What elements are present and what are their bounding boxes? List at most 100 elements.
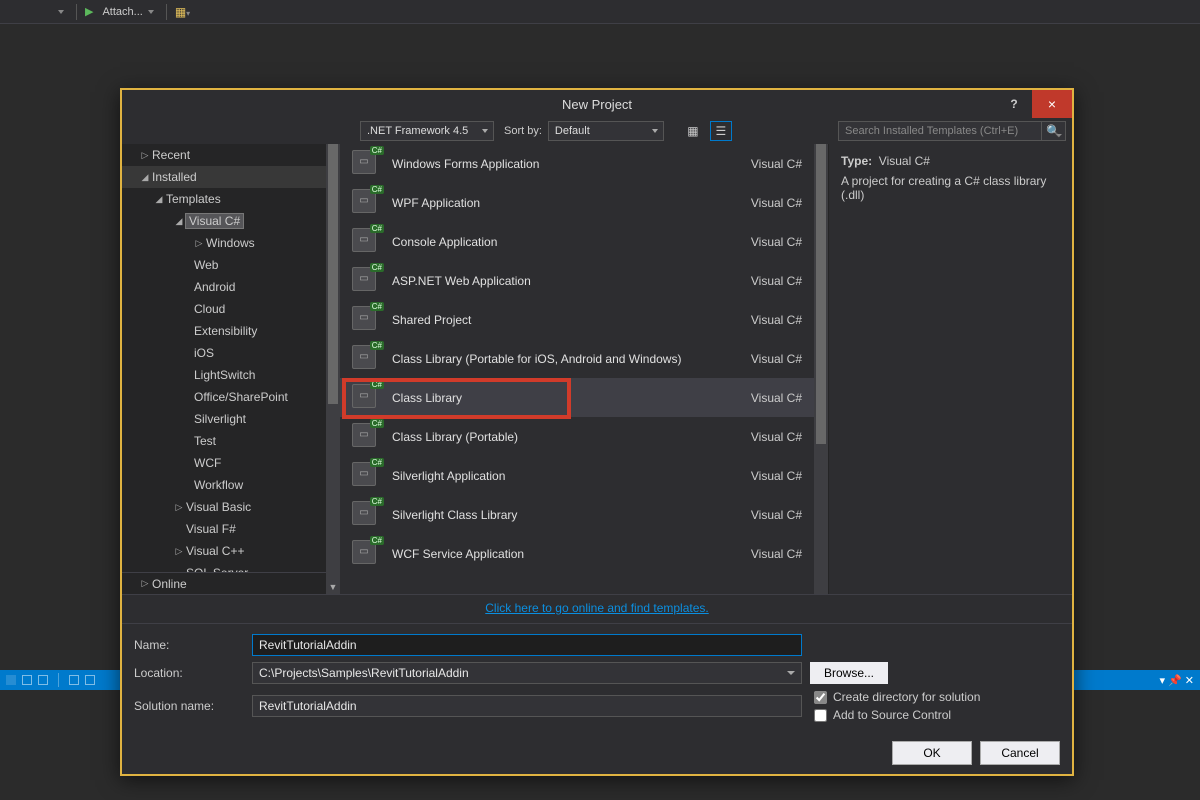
add-source-control-checkbox[interactable]: Add to Source Control [814,708,1060,722]
tree-item[interactable]: Extensibility [126,320,340,342]
template-name: Class Library [392,391,718,405]
dialog-titlebar[interactable]: New Project ? × [122,90,1072,118]
tree-templates[interactable]: ◢Templates [122,188,340,210]
tree-item[interactable]: Cloud [126,298,340,320]
template-row[interactable]: ▭C#ASP.NET Web ApplicationVisual C# [340,261,814,300]
tool-icon[interactable]: ▦▾ [175,5,190,19]
tree-item[interactable]: Office/SharePoint [126,386,340,408]
tree-installed[interactable]: ◢Installed [122,166,340,188]
view-large-icon[interactable]: ▦ [682,121,704,141]
tree-item[interactable]: Web [126,254,340,276]
template-lang: Visual C# [730,391,802,405]
tree-visual-cs[interactable]: ◢Visual C# [122,210,340,232]
categories-tree: ▷Recent ◢Installed ◢Templates ◢Visual C#… [122,144,340,594]
location-input[interactable]: C:\Projects\Samples\RevitTutorialAddin [252,662,802,684]
tree-online[interactable]: ▷Online [122,572,340,594]
tree-item[interactable]: Workflow [126,474,340,496]
template-lang: Visual C# [730,157,802,171]
template-lang: Visual C# [730,196,802,210]
tree-item[interactable]: LightSwitch [126,364,340,386]
template-lang: Visual C# [730,352,802,366]
template-name: Class Library (Portable) [392,430,718,444]
cs-badge-icon: C# [370,263,384,272]
tree-item[interactable]: Test [126,430,340,452]
template-name: Console Application [392,235,718,249]
detail-type-value: Visual C# [879,154,930,168]
config-dropdown[interactable] [4,9,68,15]
close-button[interactable]: × [1032,90,1072,118]
tree-visual-cpp[interactable]: ▷Visual C++ [122,540,340,562]
divider [76,4,77,20]
tree-item[interactable]: ▷Windows [126,232,340,254]
search-button[interactable]: 🔍 [1042,121,1066,141]
tree-visual-basic[interactable]: ▷Visual Basic [122,496,340,518]
sort-select[interactable]: Default [548,121,664,141]
template-lang: Visual C# [730,469,802,483]
location-label: Location: [134,666,244,680]
template-row[interactable]: ▭C#Class Library (Portable)Visual C# [340,417,814,456]
template-row[interactable]: ▭C#Class Library (Portable for iOS, Andr… [340,339,814,378]
tree-scrollbar[interactable]: ▲▼ [326,144,340,594]
attach-dropdown[interactable]: Attach... [97,3,157,21]
help-button[interactable]: ? [1000,90,1028,118]
browse-button[interactable]: Browse... [810,662,888,684]
detail-description: A project for creating a C# class librar… [841,174,1060,202]
solution-name-input[interactable]: RevitTutorialAddin [252,695,802,717]
template-row[interactable]: ▭C#Silverlight ApplicationVisual C# [340,456,814,495]
template-details: Type: Visual C# A project for creating a… [828,144,1072,594]
tree-sql-server[interactable]: SQL Server [122,562,340,572]
template-name: WPF Application [392,196,718,210]
cs-badge-icon: C# [370,458,384,467]
template-row[interactable]: ▭C#Class LibraryVisual C# [340,378,814,417]
online-templates-link[interactable]: Click here to go online and find templat… [485,601,708,615]
cs-badge-icon: C# [370,185,384,194]
template-name: WCF Service Application [392,547,718,561]
create-directory-checkbox[interactable]: Create directory for solution [814,690,1060,704]
template-lang: Visual C# [730,430,802,444]
play-icon[interactable]: ▶ [85,5,93,18]
template-name: Class Library (Portable for iOS, Android… [392,352,718,366]
cs-badge-icon: C# [370,302,384,311]
sort-label: Sort by: [504,125,542,137]
tree-item[interactable]: Android [126,276,340,298]
dialog-toolbar: .NET Framework 4.5 Sort by: Default ▦ ☰ … [122,118,1072,144]
template-lang: Visual C# [730,235,802,249]
pin-icon[interactable]: ▾ 📌 ✕ [1159,674,1194,687]
tree-recent[interactable]: ▷Recent [122,144,340,166]
search-input[interactable]: Search Installed Templates (Ctrl+E) [838,121,1042,141]
name-input[interactable]: RevitTutorialAddin [252,634,802,656]
ok-button[interactable]: OK [892,741,972,765]
framework-select[interactable]: .NET Framework 4.5 [360,121,494,141]
template-row[interactable]: ▭C#Console ApplicationVisual C# [340,222,814,261]
template-name: Shared Project [392,313,718,327]
template-lang: Visual C# [730,547,802,561]
cs-badge-icon: C# [370,380,384,389]
tree-visual-fs[interactable]: Visual F# [122,518,340,540]
template-row[interactable]: ▭C#WPF ApplicationVisual C# [340,183,814,222]
cs-badge-icon: C# [370,419,384,428]
divider [166,4,167,20]
template-row[interactable]: ▭C#WCF Service ApplicationVisual C# [340,534,814,573]
new-project-dialog: New Project ? × .NET Framework 4.5 Sort … [120,88,1074,776]
tree-item[interactable]: WCF [126,452,340,474]
outer-toolbar: ▶ Attach... ▦▾ [0,0,1200,24]
cancel-button[interactable]: Cancel [980,741,1060,765]
template-row[interactable]: ▭C#Windows Forms ApplicationVisual C# [340,144,814,183]
list-scrollbar[interactable] [814,144,828,594]
dialog-title: New Project [562,97,632,112]
solution-name-label: Solution name: [134,699,244,713]
template-lang: Visual C# [730,274,802,288]
template-name: Silverlight Class Library [392,508,718,522]
tree-item[interactable]: Silverlight [126,408,340,430]
view-list-icon[interactable]: ☰ [710,121,732,141]
template-lang: Visual C# [730,313,802,327]
template-row[interactable]: ▭C#Shared ProjectVisual C# [340,300,814,339]
tree-item[interactable]: iOS [126,342,340,364]
template-row[interactable]: ▭C#Silverlight Class LibraryVisual C# [340,495,814,534]
cs-badge-icon: C# [370,341,384,350]
template-name: ASP.NET Web Application [392,274,718,288]
detail-type-label: Type: [841,154,872,168]
cs-badge-icon: C# [370,146,384,155]
cs-badge-icon: C# [370,536,384,545]
template-lang: Visual C# [730,508,802,522]
